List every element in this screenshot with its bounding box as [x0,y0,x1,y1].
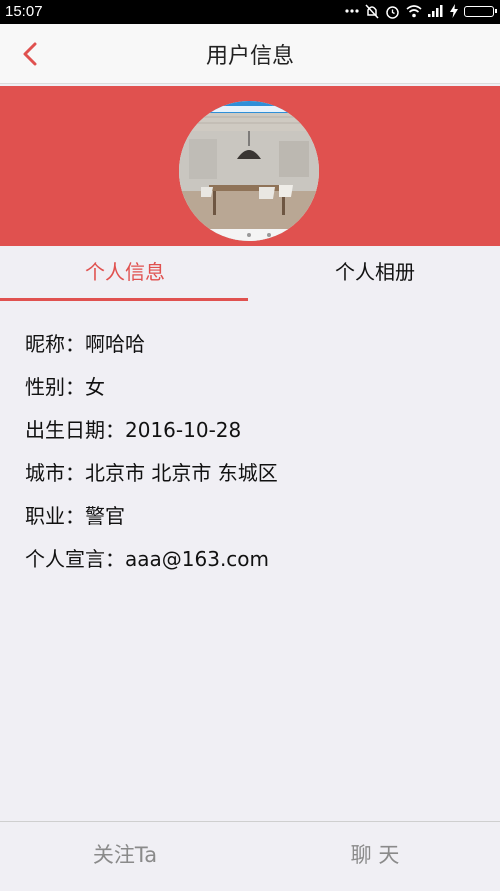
info-row-manifesto: 个人宣言：aaa@163.com [25,543,485,586]
info-row-city: 城市：北京市 北京市 东城区 [25,457,485,500]
gender-label: 性别： [25,375,85,399]
nickname-value: 啊哈哈 [85,332,145,356]
info-row-nickname: 昵称：啊哈哈 [25,328,485,371]
page-title: 用户信息 [205,44,294,69]
status-bar: 15:07 [0,0,500,24]
nickname-label: 昵称： [25,332,85,356]
wifi-icon [406,2,422,20]
follow-button[interactable]: 关注Ta [0,822,250,891]
manifesto-value: aaa@163.com [125,547,270,571]
active-tab-indicator [0,298,248,301]
battery-icon [464,5,497,17]
info-list: 昵称：啊哈哈 性别：女 出生日期：2016-10-28 城市：北京市 北京市 东… [25,328,485,586]
info-row-birthdate: 出生日期：2016-10-28 [25,414,485,457]
profile-tabs: 个人信息 个人相册 [0,246,500,302]
signal-icon [428,2,444,20]
gender-value: 女 [85,375,105,399]
city-label: 城市： [25,461,85,485]
info-row-gender: 性别：女 [25,371,485,414]
alarm-icon [385,2,400,20]
dining-room-photo [179,101,319,241]
occupation-label: 职业： [25,504,85,528]
birthdate-label: 出生日期： [25,418,125,442]
occupation-value: 警官 [85,504,125,528]
charging-icon [450,2,458,20]
more-dots-icon [345,2,359,20]
birthdate-value: 2016-10-28 [125,418,242,442]
status-time: 15:07 [5,3,43,20]
avatar[interactable] [179,101,319,241]
tab-personal-info[interactable]: 个人信息 [0,246,250,302]
status-icons [345,2,497,20]
nav-bar: 用户信息 [0,24,500,84]
chat-button[interactable]: 聊 天 [250,822,500,891]
info-row-occupation: 职业：警官 [25,500,485,543]
alarm-off-icon [365,2,379,20]
city-value: 北京市 北京市 东城区 [85,461,278,485]
tab-personal-album[interactable]: 个人相册 [250,246,500,302]
bottom-action-bar: 关注Ta 聊 天 [0,821,500,891]
manifesto-label: 个人宣言： [25,547,125,571]
